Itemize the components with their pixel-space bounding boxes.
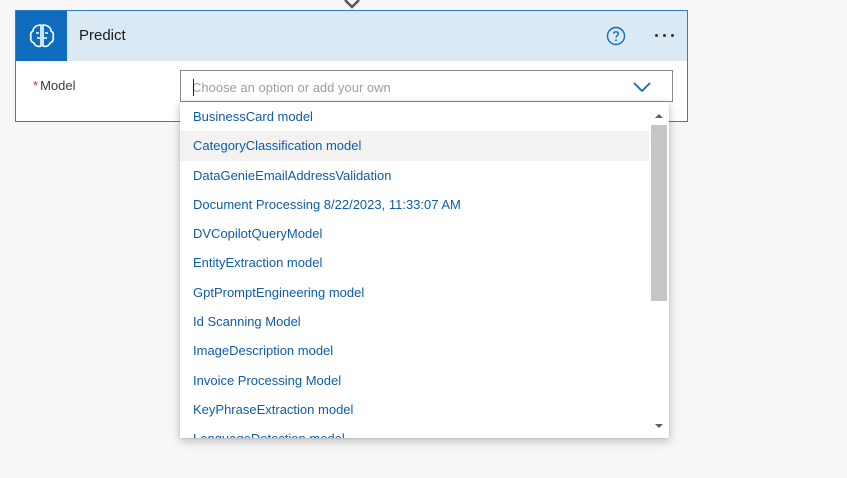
model-label-text: Model: [40, 78, 76, 93]
dropdown-scrollbar[interactable]: [649, 102, 669, 438]
ai-builder-tile: [16, 11, 67, 61]
model-select[interactable]: [180, 70, 673, 102]
text-caret: [193, 79, 194, 96]
dropdown-option-partial[interactable]: LanguageDetection model: [180, 424, 649, 438]
model-field-label: * Model: [33, 78, 75, 93]
model-options-dropdown: BusinessCard model CategoryClassificatio…: [180, 102, 669, 438]
help-circle-icon[interactable]: [606, 26, 626, 46]
dropdown-option[interactable]: Document Processing 8/22/2023, 11:33:07 …: [180, 190, 649, 219]
dropdown-option[interactable]: GptPromptEngineering model: [180, 278, 649, 307]
more-ellipsis-icon[interactable]: [649, 21, 679, 49]
dropdown-option[interactable]: DVCopilotQueryModel: [180, 219, 649, 248]
card-header[interactable]: Predict: [16, 11, 687, 61]
chevron-down-icon[interactable]: [631, 80, 653, 94]
scroll-down-arrow-icon[interactable]: [649, 418, 669, 434]
dropdown-option[interactable]: BusinessCard model: [180, 102, 649, 131]
dropdown-option[interactable]: KeyPhraseExtraction model: [180, 395, 649, 424]
down-arrow-icon: [344, 0, 360, 9]
ai-brain-icon: [29, 24, 54, 48]
dropdown-option[interactable]: EntityExtraction model: [180, 248, 649, 277]
card-title: Predict: [79, 27, 126, 44]
scroll-thumb[interactable]: [651, 125, 667, 301]
options-list: BusinessCard model CategoryClassificatio…: [180, 102, 649, 438]
required-marker: *: [33, 78, 39, 93]
scroll-up-arrow-icon[interactable]: [649, 108, 669, 124]
dropdown-option[interactable]: ImageDescription model: [180, 336, 649, 365]
dropdown-option[interactable]: Invoice Processing Model: [180, 366, 649, 395]
model-input[interactable]: [192, 77, 612, 97]
dropdown-option[interactable]: Id Scanning Model: [180, 307, 649, 336]
dropdown-option[interactable]: DataGenieEmailAddressValidation: [180, 161, 649, 190]
dropdown-option-highlighted[interactable]: CategoryClassification model: [180, 131, 649, 161]
